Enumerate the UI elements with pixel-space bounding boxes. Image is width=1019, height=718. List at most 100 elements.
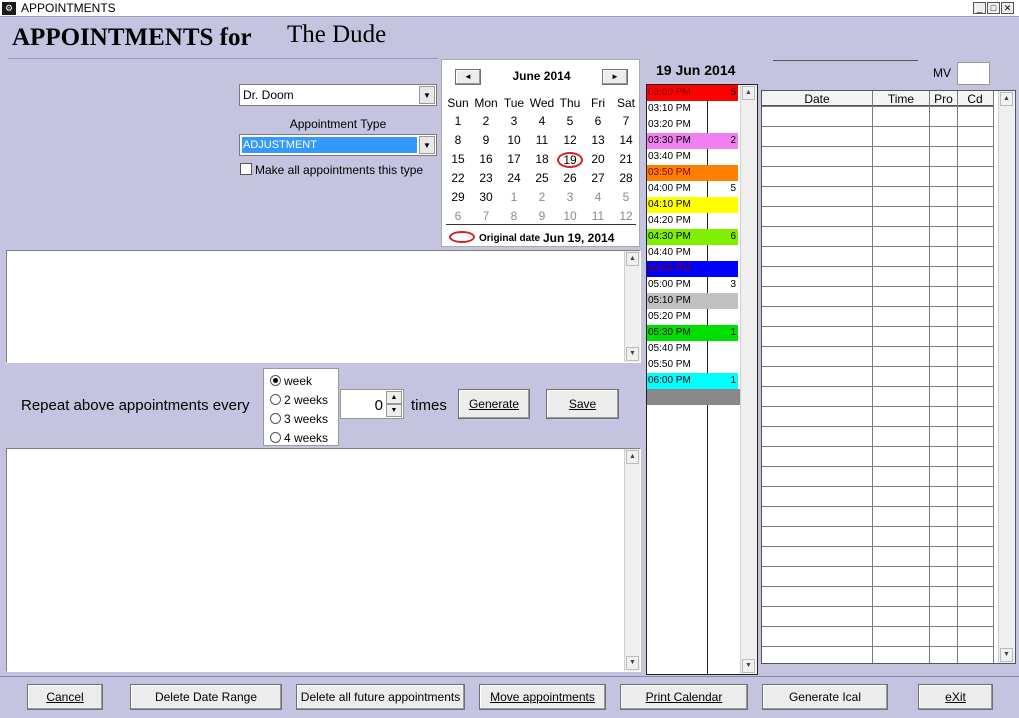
- generate-ical-button[interactable]: Generate Ical: [762, 684, 888, 710]
- time-slot[interactable]: 04:00 PM 5: [647, 181, 738, 197]
- calendar-day[interactable]: 10: [556, 209, 584, 223]
- calendar-day[interactable]: 13: [584, 133, 612, 147]
- calendar-day[interactable]: 12: [612, 209, 640, 223]
- calendar-day[interactable]: 15: [444, 152, 472, 166]
- scrollbar[interactable]: ▲ ▼: [740, 85, 757, 674]
- minimize-button[interactable]: _: [973, 2, 986, 14]
- appointments-text-area[interactable]: ▲ ▼: [6, 250, 641, 363]
- stepper-down-icon[interactable]: ▼: [386, 404, 402, 417]
- calendar-day[interactable]: 14: [612, 133, 640, 147]
- time-slot[interactable]: 04:10 PM: [647, 197, 738, 213]
- calendar-day[interactable]: 24: [500, 171, 528, 185]
- calendar-day[interactable]: 25: [528, 171, 556, 185]
- scroll-down-icon[interactable]: ▼: [1000, 648, 1013, 662]
- calendar-day[interactable]: 11: [528, 133, 556, 147]
- time-slot[interactable]: 03:30 PM 2: [647, 133, 738, 149]
- calendar-day[interactable]: 8: [500, 209, 528, 223]
- calendar-day[interactable]: 4: [528, 114, 556, 128]
- appointment-table[interactable]: ▲ ▼: [761, 90, 1016, 664]
- times-stepper[interactable]: 0 ▲ ▼: [340, 389, 404, 419]
- close-button[interactable]: ✕: [1001, 2, 1014, 14]
- calendar-day[interactable]: 22: [444, 171, 472, 185]
- calendar-day-selected[interactable]: 19: [557, 152, 583, 168]
- calendar-day[interactable]: 3: [556, 190, 584, 204]
- stepper-up-icon[interactable]: ▲: [386, 391, 402, 404]
- calendar-day[interactable]: 20: [584, 152, 612, 166]
- calendar-day[interactable]: 4: [584, 190, 612, 204]
- col-header-time[interactable]: Time: [873, 92, 929, 106]
- print-calendar-button[interactable]: Print Calendar: [620, 684, 748, 710]
- generate-button[interactable]: Generate: [458, 389, 530, 419]
- calendar-day[interactable]: 12: [556, 133, 584, 147]
- chevron-down-icon[interactable]: ▼: [419, 136, 435, 154]
- calendar-day[interactable]: 2: [528, 190, 556, 204]
- scroll-down-icon[interactable]: ▼: [626, 656, 639, 670]
- delete-all-future-button[interactable]: Delete all future appointments: [296, 684, 465, 710]
- exit-button[interactable]: eXit: [918, 684, 993, 710]
- cancel-button[interactable]: Cancel: [27, 684, 103, 710]
- scroll-up-icon[interactable]: ▲: [1000, 92, 1013, 106]
- move-appointments-button[interactable]: Move appointments: [479, 684, 606, 710]
- radio-button[interactable]: [270, 394, 281, 405]
- calendar-day[interactable]: 9: [528, 209, 556, 223]
- calendar-day[interactable]: 6: [584, 114, 612, 128]
- calendar-day[interactable]: 28: [612, 171, 640, 185]
- calendar-day[interactable]: 1: [500, 190, 528, 204]
- save-button[interactable]: Save: [546, 389, 619, 419]
- time-slot[interactable]: 05:40 PM: [647, 341, 738, 357]
- calendar-day[interactable]: 1: [444, 114, 472, 128]
- chevron-down-icon[interactable]: ▼: [419, 86, 435, 104]
- generated-appointments-area[interactable]: ▲ ▼: [6, 448, 641, 672]
- calendar-day[interactable]: 23: [472, 171, 500, 185]
- time-slot[interactable]: 03:00 PM 5: [647, 85, 738, 101]
- time-slot[interactable]: 05:30 PM 1: [647, 325, 738, 341]
- calendar-day[interactable]: 10: [500, 133, 528, 147]
- calendar-day[interactable]: 17: [500, 152, 528, 166]
- calendar-day[interactable]: 8: [444, 133, 472, 147]
- next-month-button[interactable]: ►: [602, 69, 628, 85]
- scroll-up-icon[interactable]: ▲: [742, 86, 755, 100]
- calendar-day[interactable]: 21: [612, 152, 640, 166]
- calendar-day[interactable]: 5: [556, 114, 584, 128]
- time-slot[interactable]: 03:10 PM: [647, 101, 738, 117]
- delete-date-range-button[interactable]: Delete Date Range: [130, 684, 282, 710]
- make-all-checkbox[interactable]: [240, 163, 252, 175]
- time-slot[interactable]: 05:20 PM: [647, 309, 738, 325]
- calendar-day[interactable]: 18: [528, 152, 556, 166]
- col-header-cd[interactable]: Cd: [958, 92, 992, 106]
- scrollbar[interactable]: ▲ ▼: [624, 251, 640, 362]
- time-slot[interactable]: 04:30 PM 6: [647, 229, 738, 245]
- scrollbar[interactable]: ▲ ▼: [998, 91, 1015, 663]
- col-header-pro[interactable]: Pro: [930, 92, 957, 106]
- calendar-day[interactable]: 3: [500, 114, 528, 128]
- calendar-day[interactable]: 16: [472, 152, 500, 166]
- time-slot[interactable]: 03:20 PM: [647, 117, 738, 133]
- time-slot[interactable]: 04:50 PM: [647, 261, 738, 277]
- calendar-day[interactable]: 7: [612, 114, 640, 128]
- time-slot[interactable]: 03:50 PM: [647, 165, 738, 181]
- radio-button[interactable]: [270, 432, 281, 443]
- calendar-day[interactable]: 29: [444, 190, 472, 204]
- calendar-day[interactable]: 26: [556, 171, 584, 185]
- calendar-day[interactable]: 6: [444, 209, 472, 223]
- calendar-day[interactable]: 11: [584, 209, 612, 223]
- appointment-type-select[interactable]: ADJUSTMENT ▼: [239, 134, 437, 156]
- time-slot[interactable]: 06:00 PM 1: [647, 373, 738, 389]
- time-slot[interactable]: 03:40 PM: [647, 149, 738, 165]
- maximize-button[interactable]: □: [987, 2, 1000, 14]
- scroll-up-icon[interactable]: ▲: [626, 252, 639, 266]
- time-slot[interactable]: 05:00 PM 3: [647, 277, 738, 293]
- time-slot[interactable]: 05:50 PM: [647, 357, 738, 373]
- scroll-up-icon[interactable]: ▲: [626, 450, 639, 464]
- time-slot[interactable]: 04:20 PM: [647, 213, 738, 229]
- mv-input[interactable]: [957, 62, 990, 85]
- radio-button[interactable]: [270, 375, 281, 386]
- calendar-day[interactable]: 7: [472, 209, 500, 223]
- calendar-day[interactable]: 2: [472, 114, 500, 128]
- doctor-select[interactable]: Dr. Doom ▼: [239, 84, 437, 106]
- calendar-day[interactable]: 9: [472, 133, 500, 147]
- radio-button[interactable]: [270, 413, 281, 424]
- calendar-day[interactable]: 30: [472, 190, 500, 204]
- scrollbar[interactable]: ▲ ▼: [624, 449, 640, 671]
- col-header-date[interactable]: Date: [762, 92, 872, 106]
